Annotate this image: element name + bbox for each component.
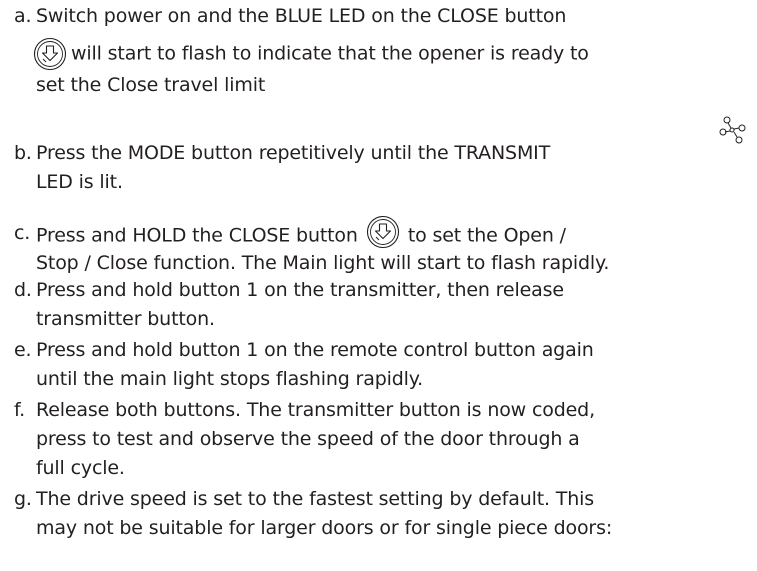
step-text-line: transmitter button. bbox=[36, 308, 215, 330]
step-f: f. Release both buttons. The transmitter… bbox=[14, 396, 751, 483]
step-letter: f. bbox=[14, 399, 26, 421]
step-letter: g. bbox=[14, 488, 32, 510]
step-text-line: The drive speed is set to the fastest se… bbox=[36, 488, 595, 510]
step-text-line: Press and HOLD the CLOSE button bbox=[36, 224, 358, 247]
step-text-line: press to test and observe the speed of t… bbox=[36, 428, 580, 450]
step-text-line: to set the Open / bbox=[407, 224, 566, 247]
step-text-line: Release both buttons. The transmitter bu… bbox=[36, 399, 595, 421]
step-a: a. Switch power on and the BLUE LED on t… bbox=[14, 2, 751, 100]
step-g: g. The drive speed is set to the fastest… bbox=[14, 485, 751, 543]
step-letter: d. bbox=[14, 279, 32, 301]
step-letter: e. bbox=[14, 339, 32, 361]
transmit-icon bbox=[718, 115, 748, 145]
step-text-line: Press and hold button 1 on the remote co… bbox=[36, 339, 594, 361]
step-text-line: set the Close travel limit bbox=[36, 74, 266, 96]
close-down-arrow-icon bbox=[33, 37, 67, 71]
step-e: e. Press and hold button 1 on the remote… bbox=[14, 336, 751, 394]
step-text-line: may not be suitable for larger doors or … bbox=[36, 517, 613, 539]
step-d: d. Press and hold button 1 on the transm… bbox=[14, 276, 751, 334]
step-text-line: Switch power on and the BLUE LED on the … bbox=[36, 5, 567, 27]
step-text-line: LED is lit. bbox=[36, 171, 123, 193]
close-down-arrow-icon bbox=[366, 215, 400, 249]
step-text-line: Press the MODE button repetitively until… bbox=[36, 142, 551, 164]
instruction-document: a. Switch power on and the BLUE LED on t… bbox=[0, 0, 757, 571]
step-b: b. Press the MODE button repetitively un… bbox=[14, 116, 751, 197]
step-c: c. Press and HOLD the CLOSE button to se… bbox=[14, 215, 751, 278]
step-letter: c. bbox=[14, 222, 31, 244]
step-text-line: full cycle. bbox=[36, 457, 125, 479]
step-letter: b. bbox=[14, 142, 32, 164]
step-letter: a. bbox=[14, 5, 32, 27]
step-text-line: until the main light stops flashing rapi… bbox=[36, 368, 424, 390]
step-text-line: will start to flash to indicate that the… bbox=[71, 42, 589, 65]
step-text-line: Stop / Close function. The Main light wi… bbox=[36, 252, 610, 274]
step-text-line: Press and hold button 1 on the transmitt… bbox=[36, 279, 564, 301]
